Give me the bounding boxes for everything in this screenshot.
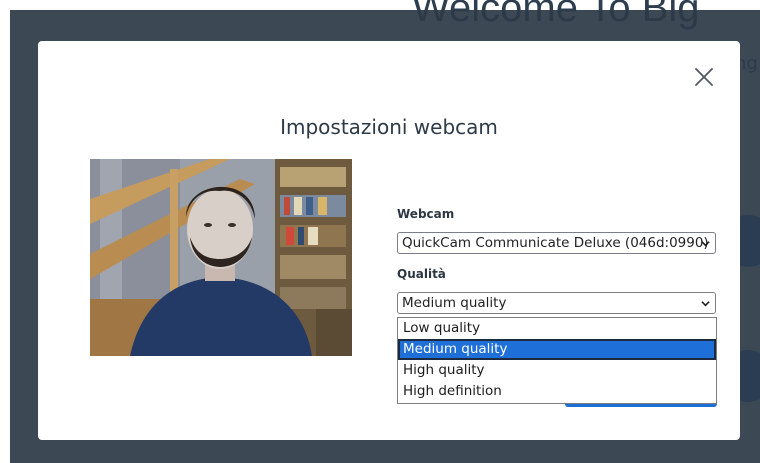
quality-label: Qualità: [397, 267, 446, 281]
quality-option-high[interactable]: High quality: [398, 360, 716, 381]
webcam-label: Webcam: [397, 207, 455, 221]
close-icon: [695, 68, 713, 86]
webcam-preview-image: [90, 159, 352, 356]
chevron-down-icon: [701, 301, 710, 307]
quality-option-medium[interactable]: Medium quality: [398, 339, 716, 360]
quality-select[interactable]: Medium quality: [397, 292, 716, 314]
webcam-select[interactable]: QuickCam Communicate Deluxe (046d:0990): [397, 232, 716, 254]
chevron-down-icon: [701, 241, 710, 247]
quality-dropdown-list: Low quality Medium quality High quality …: [397, 317, 717, 404]
quality-option-low[interactable]: Low quality: [398, 318, 716, 339]
close-button[interactable]: [692, 65, 716, 89]
webcam-preview: [90, 159, 352, 356]
modal-title: Impostazioni webcam: [280, 115, 498, 139]
webcam-select-value: QuickCam Communicate Deluxe (046d:0990): [402, 235, 709, 251]
quality-option-hd[interactable]: High definition: [398, 381, 716, 402]
quality-select-value: Medium quality: [402, 295, 507, 311]
